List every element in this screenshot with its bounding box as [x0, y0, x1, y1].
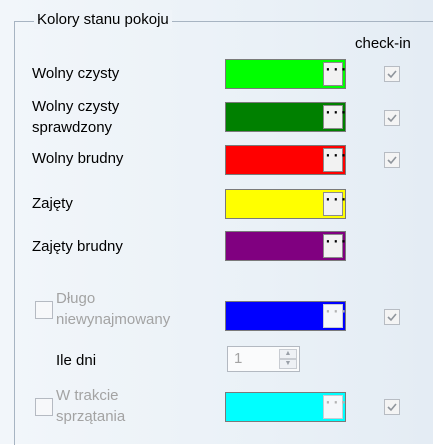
- occupied-dirty-label: Zajęty brudny: [32, 238, 123, 255]
- long-unrented-checkin-checkbox[interactable]: [384, 309, 400, 325]
- occupied-label: Zajęty: [32, 195, 73, 212]
- cleaning-color-picker[interactable]: ···: [225, 392, 347, 422]
- occupied-dirty-color-button[interactable]: ···: [323, 234, 347, 258]
- room-status-colors-panel: Kolory stanu pokoju check-in Wolny czyst…: [0, 0, 433, 445]
- occupied-dirty-color-picker[interactable]: ···: [225, 231, 347, 261]
- cleaning-label-line2: sprzątania: [56, 408, 126, 425]
- group-title: Kolory stanu pokoju: [34, 10, 172, 29]
- days-spinner[interactable]: 1 ▲ ▼: [227, 346, 300, 372]
- checkmark-icon: [387, 403, 397, 412]
- free-dirty-checkin-checkbox[interactable]: [384, 152, 400, 168]
- cleaning-checkin-checkbox[interactable]: [384, 399, 400, 415]
- spin-down-icon[interactable]: ▼: [279, 359, 297, 369]
- free-clean-checkin-checkbox[interactable]: [384, 66, 400, 82]
- free-clean-color-picker[interactable]: ···: [225, 59, 347, 89]
- free-clean-checked-color-button[interactable]: ···: [323, 105, 347, 129]
- checkin-column-header: check-in: [355, 35, 411, 52]
- long-unrented-color-button[interactable]: ···: [323, 304, 347, 328]
- free-clean-label: Wolny czysty: [32, 65, 120, 82]
- checkmark-icon: [387, 156, 397, 165]
- checkmark-icon: [387, 114, 397, 123]
- long-unrented-label-line1: Długo: [56, 290, 96, 307]
- cleaning-color-button[interactable]: ···: [323, 395, 347, 419]
- free-dirty-color-picker[interactable]: ···: [225, 145, 347, 175]
- occupied-color-picker[interactable]: ···: [225, 189, 347, 219]
- long-unrented-color-picker[interactable]: ···: [225, 301, 347, 331]
- long-unrented-label-line2: niewynajmowany: [56, 311, 171, 328]
- room-status-colors-group: [14, 21, 433, 445]
- long-unrented-enable-checkbox[interactable]: [35, 301, 53, 319]
- spin-up-icon[interactable]: ▲: [279, 349, 297, 359]
- free-clean-checked-label-line1: Wolny czysty: [32, 98, 120, 115]
- free-dirty-color-button[interactable]: ···: [323, 148, 347, 172]
- free-dirty-label: Wolny brudny: [32, 150, 124, 167]
- free-clean-checked-label-line2: sprawdzony: [32, 119, 113, 136]
- free-clean-color-button[interactable]: ···: [323, 62, 347, 86]
- occupied-color-button[interactable]: ···: [323, 192, 347, 216]
- days-value[interactable]: 1: [234, 350, 242, 367]
- checkmark-icon: [387, 313, 397, 322]
- days-label: Ile dni: [56, 352, 97, 369]
- free-clean-checked-checkin-checkbox[interactable]: [384, 110, 400, 126]
- free-clean-checked-color-picker[interactable]: ···: [225, 102, 347, 132]
- cleaning-label-line1: W trakcie: [56, 387, 119, 404]
- checkmark-icon: [387, 70, 397, 79]
- cleaning-enable-checkbox[interactable]: [35, 398, 53, 416]
